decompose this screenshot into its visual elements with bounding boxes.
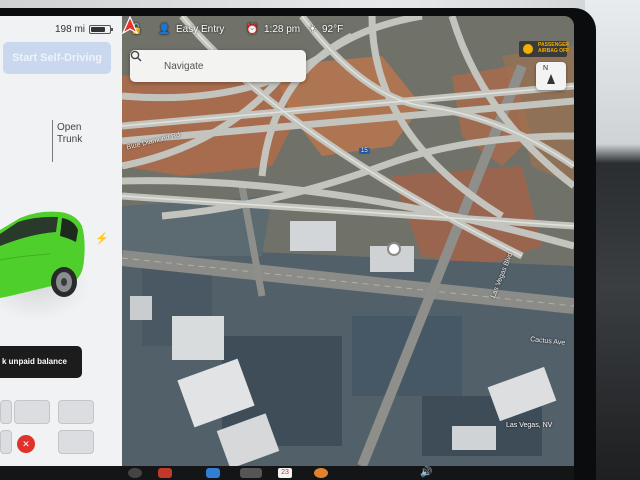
profile-icon[interactable]: 👤 xyxy=(158,24,170,35)
open-trunk-label: Open Trunk xyxy=(57,122,83,145)
passenger-airbag-indicator: PASSENGER AIRBAG OFF xyxy=(519,41,570,57)
map-location-label: Las Vegas, NV xyxy=(506,422,553,429)
seat-icon[interactable] xyxy=(0,400,12,424)
status-row: 198 mi xyxy=(0,22,122,38)
interstate-shield-icon: 15 xyxy=(359,148,370,154)
game-icon[interactable] xyxy=(314,468,328,478)
battery-level xyxy=(91,27,105,32)
navigate-search-box[interactable] xyxy=(130,50,306,82)
outside-temperature: 92°F xyxy=(322,24,344,35)
camera-icon[interactable] xyxy=(158,468,172,478)
clock-time: 1:28 pm xyxy=(264,24,301,35)
compass-north-label: N xyxy=(543,65,549,72)
bottom-dock: 23 🔊 xyxy=(0,466,574,480)
calendar-icon[interactable]: 23 xyxy=(278,468,292,478)
alarm-icon: ⏰ xyxy=(246,24,259,35)
toybox-icon[interactable] xyxy=(240,468,262,478)
search-icon xyxy=(130,50,142,62)
map-poi-marker[interactable] xyxy=(387,242,401,256)
map-orientation-button[interactable]: N xyxy=(536,62,566,90)
compass-arrow-icon xyxy=(547,74,555,84)
airbag-icon xyxy=(523,44,533,54)
airbag-status-label: PASSENGER AIRBAG OFF xyxy=(538,42,570,54)
current-location-arrow-icon xyxy=(122,16,138,34)
seat-icon[interactable] xyxy=(0,430,12,454)
car-model-3d[interactable] xyxy=(0,200,90,310)
trunk-divider xyxy=(52,120,53,162)
speaker-icon[interactable]: 🔊 xyxy=(420,468,436,478)
start-self-driving-button[interactable]: Start Self-Driving xyxy=(3,42,111,74)
battery-icon xyxy=(89,25,113,34)
touchscreen: 198 mi Start Self-Driving Open Trunk ⚡ k … xyxy=(0,16,574,480)
map-top-status-bar: 🔓 👤 Easy Entry ⏰ 1:28 pm ☀ 92°F xyxy=(122,24,502,44)
seat-icon[interactable] xyxy=(58,430,94,454)
seat-icon[interactable] xyxy=(14,400,50,424)
open-trunk-button[interactable]: Open Trunk xyxy=(57,122,107,146)
car-status-panel: 198 mi Start Self-Driving Open Trunk ⚡ k … xyxy=(0,16,122,466)
sun-icon: ☀ xyxy=(308,24,317,35)
media-icon[interactable] xyxy=(206,468,220,478)
profile-name[interactable]: Easy Entry xyxy=(176,24,224,35)
satellite-map-layer xyxy=(122,16,574,466)
navigation-map[interactable]: 🔓 👤 Easy Entry ⏰ 1:28 pm ☀ 92°F PASSENGE… xyxy=(122,16,574,466)
unpaid-balance-banner[interactable]: k unpaid balance xyxy=(0,346,82,378)
microphone-off-icon[interactable]: ✕ xyxy=(17,435,35,453)
charge-port-icon[interactable]: ⚡ xyxy=(95,232,109,245)
navigate-input[interactable] xyxy=(164,58,294,74)
seat-icon[interactable] xyxy=(58,400,94,424)
apps-icon[interactable] xyxy=(128,468,142,478)
range-readout: 198 mi xyxy=(55,24,86,35)
